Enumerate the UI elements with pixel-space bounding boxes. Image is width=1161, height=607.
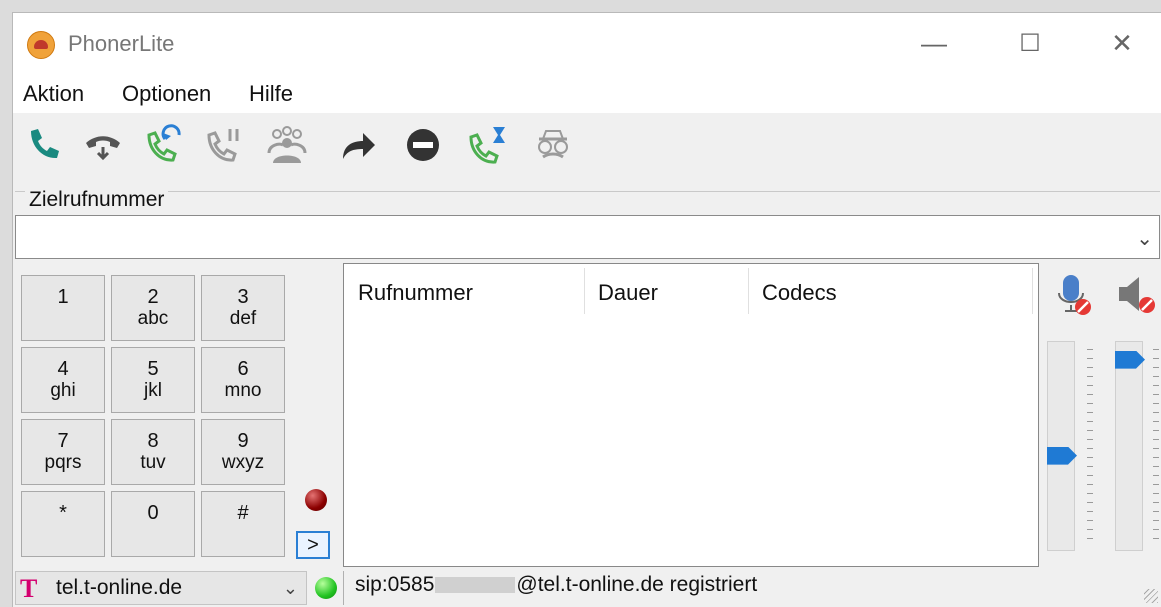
keypad-key[interactable]: * — [21, 491, 105, 557]
close-button[interactable]: ✕ — [1099, 23, 1145, 63]
anonymous-button[interactable] — [531, 123, 575, 167]
menu-hilfe[interactable]: Hilfe — [249, 81, 293, 107]
keypad-key-digit: 7 — [57, 430, 69, 452]
speaker-mute-icon[interactable] — [1115, 273, 1159, 317]
status-bar: T tel.t-online.de ⌄ sip:0585 @tel.t-onlin… — [13, 567, 1161, 607]
menu-aktion[interactable]: Aktion — [23, 81, 84, 107]
hangup-button[interactable] — [81, 123, 125, 167]
app-window: PhonerLite — ☐ ✕ Aktion Optionen Hilfe Z… — [12, 12, 1161, 607]
keypad-key[interactable]: 0 — [111, 491, 195, 557]
keypad-key-digit: 4 — [57, 358, 69, 380]
mic-volume-slider[interactable] — [1047, 341, 1075, 551]
resize-grip[interactable] — [1144, 589, 1158, 603]
call-list[interactable]: Rufnummer Dauer Codecs — [343, 263, 1039, 567]
transfer-button[interactable]: > — [296, 531, 330, 559]
chevron-down-icon[interactable]: ⌄ — [1136, 226, 1153, 251]
telekom-logo: T — [20, 574, 38, 603]
registration-status-icon — [315, 577, 337, 599]
status-divider — [343, 571, 344, 605]
keypad-key[interactable]: 6 mno — [201, 347, 285, 413]
column-divider — [584, 268, 585, 314]
column-header-codecs[interactable]: Codecs — [762, 280, 837, 306]
hold-button[interactable] — [201, 123, 245, 167]
redacted-number — [435, 577, 516, 594]
keypad-key[interactable]: 2 abc — [111, 275, 195, 341]
mic-mute-icon[interactable] — [1055, 273, 1095, 317]
column-header-number[interactable]: Rufnummer — [358, 280, 473, 306]
chevron-down-icon: ⌄ — [282, 578, 298, 598]
forward-icon — [343, 133, 375, 159]
keypad-key[interactable]: 8 tuv — [111, 419, 195, 485]
keypad-key[interactable]: 7 pqrs — [21, 419, 105, 485]
keypad-key-digit: 6 — [237, 358, 249, 380]
keypad-key-letters: tuv — [140, 452, 166, 473]
keypad-key-letters: abc — [137, 308, 169, 329]
pending-call-icon — [469, 127, 505, 164]
column-header-duration[interactable]: Dauer — [598, 280, 658, 306]
conference-icon — [267, 126, 307, 163]
target-number-label: Zielrufnummer — [25, 188, 169, 212]
keypad-key-digit: * — [59, 502, 67, 524]
column-divider — [1032, 268, 1033, 314]
hangup-icon — [86, 136, 120, 161]
anonymous-icon — [538, 130, 568, 159]
keypad-key[interactable]: 4 ghi — [21, 347, 105, 413]
keypad-key-digit: 9 — [237, 430, 249, 452]
keypad-key-letters: mno — [224, 380, 262, 401]
keypad-key[interactable]: 5 jkl — [111, 347, 195, 413]
hold-icon — [207, 129, 239, 162]
call-button[interactable] — [21, 123, 65, 167]
sip-suffix: @tel.t-online.de registriert — [516, 573, 758, 596]
conference-button[interactable] — [265, 123, 309, 167]
keypad-key-letters: jkl — [144, 380, 162, 401]
menu-bar: Aktion Optionen Hilfe — [13, 75, 1161, 113]
keypad-key-digit: 8 — [147, 430, 159, 452]
mic-volume-ticks — [1087, 349, 1093, 545]
keypad-key-digit: 0 — [147, 502, 159, 524]
window-title: PhonerLite — [68, 31, 175, 56]
minimize-button[interactable]: — — [911, 23, 957, 63]
keypad-key-digit: 1 — [57, 286, 69, 308]
account-name: tel.t-online.de — [56, 576, 183, 599]
phone-icon — [31, 129, 59, 159]
record-button[interactable] — [305, 489, 327, 511]
keypad-key-digit: # — [237, 502, 249, 524]
maximize-button[interactable]: ☐ — [1007, 23, 1053, 63]
speaker-volume-ticks — [1153, 349, 1159, 545]
forward-call-button[interactable] — [335, 123, 379, 167]
toolbar — [13, 113, 1161, 179]
target-number-input[interactable]: ⌄ — [15, 215, 1160, 259]
keypad-key-letters: pqrs — [44, 452, 82, 473]
reject-button[interactable] — [401, 123, 445, 167]
sip-prefix: sip:0585 — [355, 573, 435, 596]
app-logo-icon — [27, 31, 55, 59]
dial-keypad: 1 2 abc 3 def 4 ghi 5 jkl 6 mno 7 pqrs 8 tuv 9 wxyz * 0 # — [15, 265, 345, 571]
keypad-key-digit: 2 — [147, 286, 159, 308]
keypad-key-digit: 5 — [147, 358, 159, 380]
keypad-key[interactable]: 1 — [21, 275, 105, 341]
callback-button[interactable] — [141, 123, 185, 167]
column-divider — [748, 268, 749, 314]
menu-optionen[interactable]: Optionen — [122, 81, 211, 107]
speaker-volume-slider[interactable] — [1115, 341, 1143, 551]
keypad-key-letters: def — [229, 308, 257, 329]
keypad-key[interactable]: # — [201, 491, 285, 557]
registration-status-text: sip:0585 @tel.t-online.de registriert — [355, 573, 757, 597]
account-select[interactable]: T tel.t-online.de ⌄ — [15, 571, 307, 605]
reject-icon — [407, 129, 439, 161]
keypad-key-letters: wxyz — [221, 452, 265, 473]
keypad-key-letters: ghi — [50, 380, 76, 401]
pending-call-button[interactable] — [465, 123, 509, 167]
keypad-key[interactable]: 9 wxyz — [201, 419, 285, 485]
keypad-key[interactable]: 3 def — [201, 275, 285, 341]
callback-icon — [147, 124, 181, 162]
keypad-key-digit: 3 — [237, 286, 249, 308]
title-bar[interactable]: PhonerLite — ☐ ✕ — [13, 13, 1161, 75]
